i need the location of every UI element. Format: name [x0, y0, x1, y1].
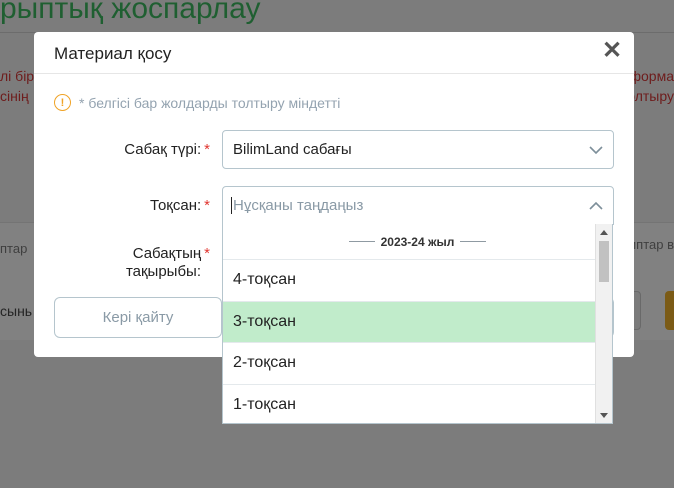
required-note-text: * белгісі бар жолдарды толтыру міндетті	[79, 94, 341, 111]
required-note: ! * белгісі бар жолдарды толтыру міндетт…	[54, 94, 340, 111]
quarter-dropdown-list: 2023-24 жыл 4-тоқсан 3-тоқсан 2-тоқсан 1…	[222, 224, 613, 424]
topic-label: Сабақтың * тақырыбы:	[125, 245, 210, 280]
divider	[460, 241, 487, 242]
alert-text-left: лі бір сінің	[0, 68, 35, 104]
dropdown-option[interactable]: 2-тоқсан	[223, 343, 595, 385]
lesson-type-select[interactable]: BilimLand сабағы	[222, 130, 614, 169]
dropdown-option[interactable]: 4-тоқсан	[223, 260, 595, 302]
quarter-select[interactable]: Нұсқаны таңдаңыз	[222, 186, 614, 225]
option-group-label: 2023-24 жыл	[380, 234, 455, 249]
divider	[348, 241, 375, 242]
info-icon: !	[54, 94, 71, 111]
table-row: сынь	[0, 303, 33, 319]
close-icon[interactable]: ✕	[600, 39, 624, 63]
option-group-header: 2023-24 жыл	[223, 224, 612, 260]
scroll-up-icon[interactable]	[600, 230, 608, 235]
chevron-down-icon	[589, 146, 603, 155]
quarter-placeholder: Нұсқаны таңдаңыз	[233, 197, 364, 214]
lesson-type-label: Сабақ түрі: *	[124, 141, 210, 158]
page-title: рыптық жоспарлау	[0, 0, 261, 25]
table-header-cell: птар	[0, 241, 28, 256]
back-button[interactable]: Кері қайту	[54, 297, 222, 338]
lesson-type-value: BilimLand сабағы	[233, 141, 352, 158]
quarter-label: Тоқсан: *	[149, 197, 210, 214]
chevron-up-icon	[589, 201, 603, 210]
modal-title: Материал қосу	[54, 44, 172, 63]
dropdown-option[interactable]: 1-тоқсан	[223, 385, 595, 424]
dropdown-option-highlighted[interactable]: 3-тоқсан	[223, 301, 595, 343]
scrollbar-thumb[interactable]	[599, 241, 609, 282]
modal-header: Материал қосу ✕	[34, 32, 634, 74]
scroll-down-icon[interactable]	[600, 413, 608, 418]
row-edit-button	[665, 291, 674, 330]
dropdown-scrollbar[interactable]	[595, 224, 612, 423]
required-mark: *	[204, 141, 210, 158]
required-mark: *	[204, 245, 210, 262]
table-header-cell: иптар в	[628, 237, 674, 252]
required-mark: *	[204, 197, 210, 214]
text-caret	[231, 197, 232, 214]
